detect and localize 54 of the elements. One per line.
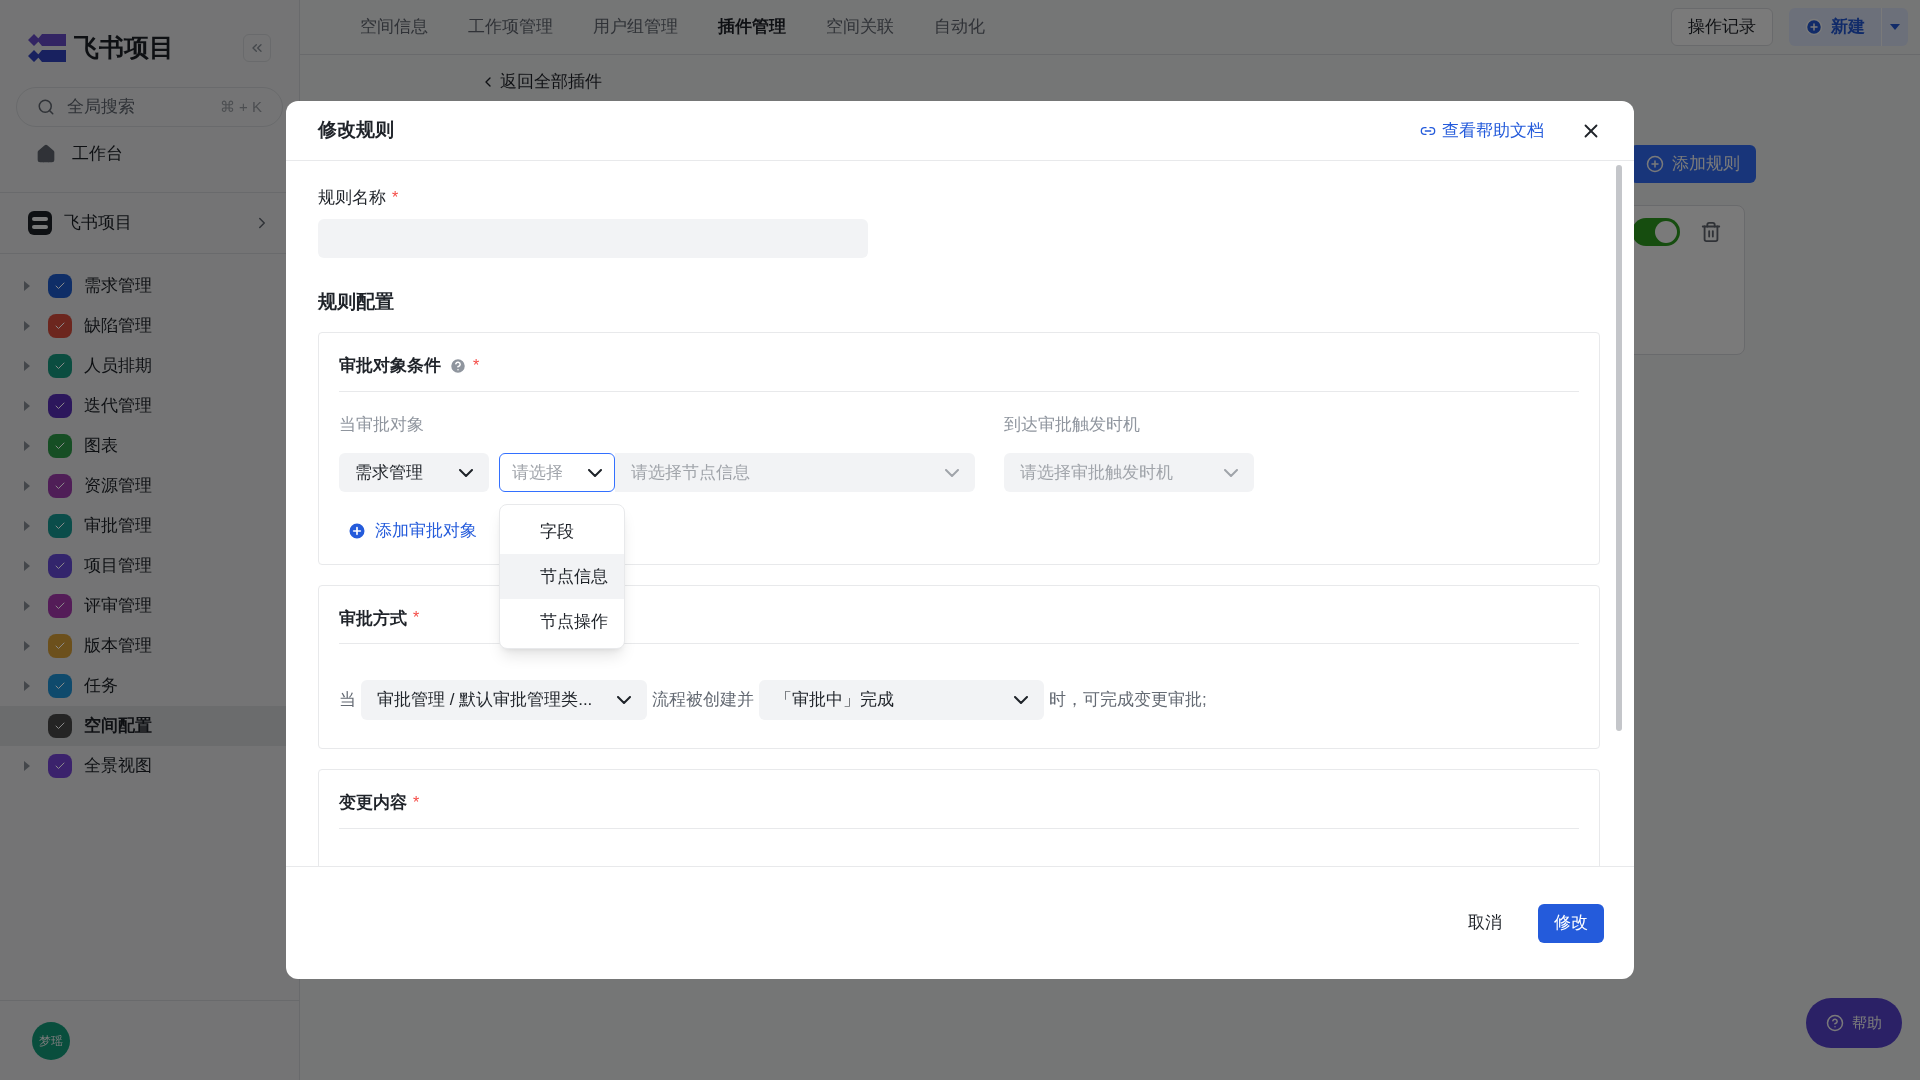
nav-item[interactable]: 人员排期 xyxy=(0,346,299,386)
app-name: 飞书项目 xyxy=(74,31,174,63)
nav-item[interactable]: 需求管理 xyxy=(0,266,299,306)
section-title: 审批方式 xyxy=(339,607,407,630)
search-placeholder: 全局搜索 xyxy=(67,96,136,119)
dropdown-option[interactable]: 节点操作 xyxy=(500,599,624,644)
required-mark: * xyxy=(473,355,480,376)
section-title: 变更内容 xyxy=(339,792,407,814)
nav-tab[interactable]: 用户组管理 xyxy=(593,14,678,40)
nav-item[interactable]: 任务 xyxy=(0,666,299,706)
config-heading: 规则配置 xyxy=(318,289,395,314)
required-mark: * xyxy=(392,187,399,208)
field-label: 到达审批触发时机 xyxy=(1004,413,1140,436)
nav-item[interactable]: 评审管理 xyxy=(0,586,299,626)
field-label: 规则名称 xyxy=(318,187,386,209)
workbench-item[interactable]: 工作台 xyxy=(0,131,299,176)
history-button[interactable]: 操作记录 xyxy=(1671,8,1773,46)
nav-tab[interactable]: 空间关联 xyxy=(826,14,894,40)
field-label: 当审批对象 xyxy=(339,413,425,436)
type-select[interactable]: 请选择 xyxy=(499,453,615,492)
state-select[interactable]: 「审批中」完成 xyxy=(759,680,1044,720)
back-link[interactable]: 返回全部插件 xyxy=(500,69,602,95)
nav-item[interactable]: 资源管理 xyxy=(0,466,299,506)
rule-text: 当 xyxy=(339,689,356,712)
dialog-title: 修改规则 xyxy=(318,118,395,143)
dropdown-option[interactable]: 节点信息 xyxy=(500,554,624,599)
node-select[interactable]: 请选择节点信息 xyxy=(615,453,975,492)
help-button[interactable]: 帮助 xyxy=(1806,998,1902,1048)
dropdown-option[interactable]: 字段 xyxy=(500,509,624,554)
cancel-button[interactable]: 取消 xyxy=(1460,903,1510,943)
nav-item[interactable]: 审批管理 xyxy=(0,506,299,546)
nav-item[interactable]: 缺陷管理 xyxy=(0,306,299,346)
nav-tab[interactable]: 工作项管理 xyxy=(468,14,553,40)
help-doc-link[interactable]: 查看帮助文档 xyxy=(1420,117,1544,144)
flow-select[interactable]: 审批管理 / 默认审批管理类... xyxy=(361,680,647,720)
required-mark: * xyxy=(413,608,420,629)
nav-tab[interactable]: 插件管理 xyxy=(718,14,786,40)
nav-item[interactable]: 全景视图 xyxy=(0,746,299,786)
nav-tab[interactable]: 空间信息 xyxy=(360,14,428,40)
add-object-button[interactable]: 添加审批对象 xyxy=(347,518,477,544)
object-select[interactable]: 需求管理 xyxy=(339,453,489,492)
submit-button[interactable]: 修改 xyxy=(1538,903,1604,943)
section-title: 审批对象条件 xyxy=(339,355,441,377)
required-mark: * xyxy=(413,792,420,813)
nav-item[interactable]: 版本管理 xyxy=(0,626,299,666)
rule-text: 流程被创建并 xyxy=(652,689,754,712)
rule-text: 时，可完成变更审批; xyxy=(1049,689,1207,712)
space-switcher[interactable]: 飞书项目 xyxy=(0,193,299,253)
nav-item[interactable]: 迭代管理 xyxy=(0,386,299,426)
user-avatar[interactable]: 梦瑶 xyxy=(32,1021,70,1060)
nav-item[interactable]: 图表 xyxy=(0,426,299,466)
trigger-select[interactable]: 请选择审批触发时机 xyxy=(1004,453,1254,492)
nav-tab[interactable]: 自动化 xyxy=(934,14,985,40)
nav-item[interactable]: 项目管理 xyxy=(0,546,299,586)
